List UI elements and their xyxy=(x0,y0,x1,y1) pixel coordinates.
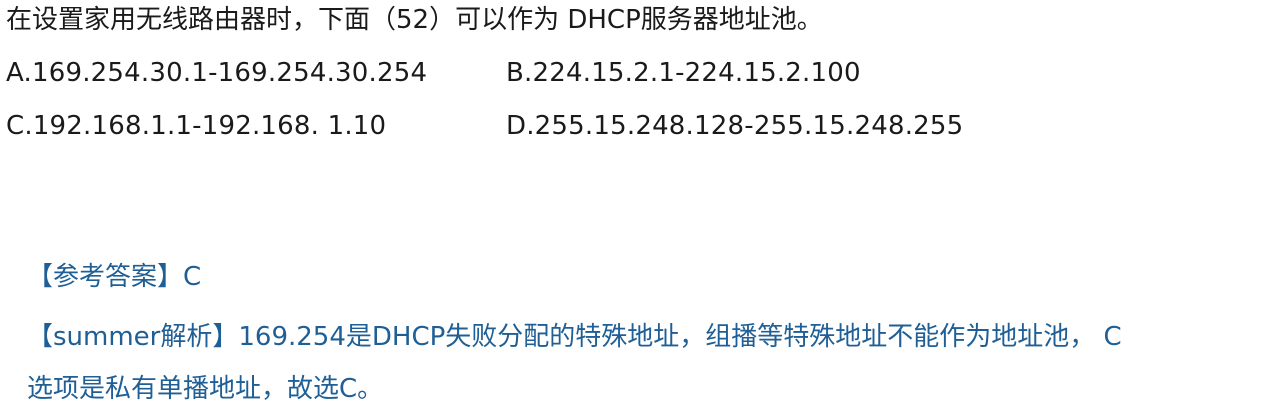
question-stem: 在设置家用无线路由器时，下面（52）可以作为 DHCP服务器地址池。 xyxy=(6,5,823,35)
option-a: A.169.254.30.1-169.254.30.254 xyxy=(6,58,428,88)
analysis-line-2: 选项是私有单播地址，故选C。 xyxy=(27,374,384,404)
option-c: C.192.168.1.1-192.168. 1.10 xyxy=(6,111,387,141)
question-page: 在设置家用无线路由器时，下面（52）可以作为 DHCP服务器地址池。 A.169… xyxy=(0,0,1272,415)
option-b: B.224.15.2.1-224.15.2.100 xyxy=(506,58,861,88)
analysis-line-1: 【summer解析】169.254是DHCP失败分配的特殊地址，组播等特殊地址不… xyxy=(27,322,1122,352)
reference-answer: 【参考答案】C xyxy=(27,262,202,292)
option-d: D.255.15.248.128-255.15.248.255 xyxy=(506,111,964,141)
